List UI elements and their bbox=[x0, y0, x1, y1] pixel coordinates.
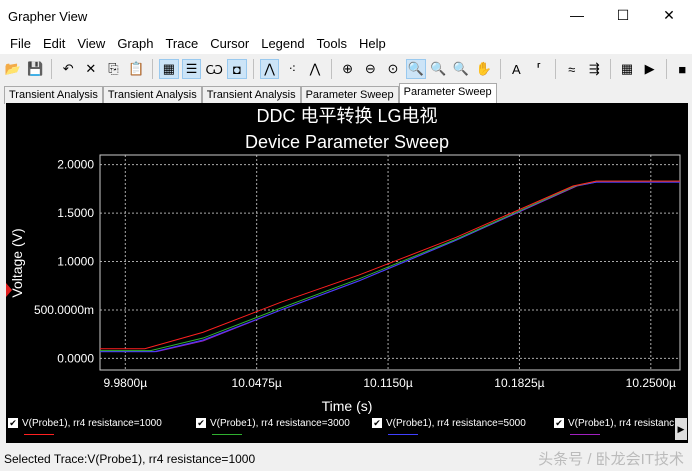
zoom-x-icon[interactable]: 🔍 bbox=[429, 59, 449, 79]
legend-checkbox[interactable]: ✔ bbox=[196, 418, 206, 429]
y-tick-label: 2.0000 bbox=[57, 158, 94, 172]
legend-checkbox[interactable]: ✔ bbox=[372, 418, 382, 429]
toolbar-separator bbox=[152, 59, 153, 79]
cursors-icon[interactable]: Ѡ bbox=[204, 59, 224, 79]
y-tick-label: 1.0000 bbox=[57, 255, 94, 269]
grid-icon[interactable]: ▦ bbox=[159, 59, 179, 79]
zoom-y-icon[interactable]: 🔍 bbox=[451, 59, 471, 79]
series-line bbox=[100, 180, 680, 350]
toolbar-separator bbox=[554, 59, 556, 79]
toolbar-separator bbox=[665, 59, 667, 79]
graph-panel[interactable]: DDC 电平转换 LG电视 Device Parameter Sweep 9.980… bbox=[6, 103, 688, 443]
x-tick-label: 10.0475µ bbox=[232, 376, 282, 390]
maximize-button[interactable]: ☐ bbox=[600, 0, 646, 30]
undo-icon[interactable]: ↶ bbox=[58, 59, 78, 79]
tab-bar: Transient Analysis Transient Analysis Tran… bbox=[0, 83, 692, 104]
legend-checkbox[interactable]: ✔ bbox=[8, 418, 18, 429]
trace-marker-icon bbox=[6, 283, 12, 297]
minimize-button[interactable]: — bbox=[554, 0, 600, 30]
watermark: 头条号 / 卧龙会IT技术 bbox=[538, 451, 684, 468]
legend-icon[interactable]: ☰ bbox=[181, 59, 202, 79]
menu-graph[interactable]: Graph bbox=[111, 36, 159, 51]
tab-transient-analysis[interactable]: Transient Analysis bbox=[102, 86, 202, 104]
reverse-colors-icon[interactable]: ◘ bbox=[227, 59, 247, 79]
legend-entry[interactable]: ✔ V(Probe1), rr4 resistance=3000 bbox=[196, 418, 350, 435]
toolbar-separator bbox=[51, 59, 53, 79]
legend-line bbox=[212, 434, 242, 435]
menu-file[interactable]: File bbox=[4, 36, 37, 51]
menu-edit[interactable]: Edit bbox=[37, 36, 71, 51]
points-icon[interactable]: ⁖ bbox=[282, 59, 302, 79]
title-bar: Grapher View — ☐ ✕ bbox=[0, 0, 692, 32]
chart[interactable]: DDC 电平转换 LG电视 Device Parameter Sweep 9.980… bbox=[6, 103, 688, 415]
toolbar-separator bbox=[610, 59, 612, 79]
export-excel-icon[interactable]: ▦ bbox=[617, 59, 637, 79]
status-bar: Selected Trace:V(Probe1), rr4 resistance… bbox=[4, 452, 256, 466]
paste-icon[interactable]: 📋 bbox=[126, 59, 146, 79]
lines-icon[interactable]: ⋀ bbox=[259, 59, 280, 79]
tab-transient-analysis[interactable]: Transient Analysis bbox=[201, 86, 301, 104]
x-tick-label: 10.1825µ bbox=[494, 376, 544, 390]
label-icon[interactable]: ⸢ bbox=[529, 59, 549, 79]
save-icon[interactable]: 💾 bbox=[26, 59, 46, 79]
stop-icon[interactable]: ■ bbox=[673, 59, 692, 79]
chart-title: DDC 电平转换 LG电视 bbox=[256, 106, 437, 126]
zoom-in-icon[interactable]: ⊕ bbox=[338, 59, 358, 79]
cut-icon[interactable]: ✕ bbox=[81, 59, 101, 79]
legend-checkbox[interactable]: ✔ bbox=[554, 418, 564, 429]
legend-label: V(Probe1), rr4 resistanc bbox=[568, 418, 675, 429]
x-tick-label: 10.1150µ bbox=[363, 376, 412, 390]
menu-trace[interactable]: Trace bbox=[159, 36, 204, 51]
lines-points-icon[interactable]: ⋀ bbox=[305, 59, 325, 79]
toolbar-separator bbox=[330, 59, 332, 79]
window-title: Grapher View bbox=[8, 8, 88, 24]
series-line bbox=[100, 181, 680, 353]
legend-scroll-right-button[interactable]: ▶ bbox=[675, 418, 687, 440]
menu-legend[interactable]: Legend bbox=[255, 36, 310, 51]
legend-label: V(Probe1), rr4 resistance=1000 bbox=[22, 418, 162, 429]
x-axis-label: Time (s) bbox=[322, 398, 373, 414]
legend-line bbox=[570, 434, 600, 435]
legend-entry[interactable]: ✔ V(Probe1), rr4 resistanc bbox=[554, 418, 675, 435]
legend-line bbox=[388, 434, 418, 435]
menu-help[interactable]: Help bbox=[353, 36, 392, 51]
zoom-area-icon[interactable]: 🔍 bbox=[405, 59, 426, 79]
menu-bar: File Edit View Graph Trace Cursor Legend Tools H… bbox=[0, 32, 692, 54]
export-icon[interactable]: ⇶ bbox=[585, 59, 605, 79]
series-line bbox=[100, 181, 680, 353]
copy-icon[interactable]: ⎘ bbox=[104, 59, 124, 79]
open-icon[interactable]: 📂 bbox=[3, 59, 23, 79]
legend-label: V(Probe1), rr4 resistance=5000 bbox=[386, 418, 526, 429]
export-mathcad-icon[interactable]: ▶ bbox=[640, 59, 660, 79]
x-tick-label: 9.9800µ bbox=[103, 376, 147, 390]
y-tick-label: 1.5000 bbox=[57, 206, 94, 220]
pan-icon[interactable]: ✋ bbox=[474, 59, 494, 79]
tab-transient-analysis[interactable]: Transient Analysis bbox=[4, 86, 103, 104]
toolbar: 📂 💾 ↶ ✕ ⎘ 📋 ▦ ☰ Ѡ ◘ ⋀ ⁖ ⋀ ⊕ ⊖ ⊙ 🔍 🔍 🔍 ✋ A ⸢ ≈ ⇶ ▦ ▶ ■ bbox=[0, 54, 692, 84]
legend-line bbox=[24, 434, 54, 435]
overlay-traces-icon[interactable]: ≈ bbox=[562, 59, 582, 79]
menu-cursor[interactable]: Cursor bbox=[204, 36, 255, 51]
legend-entry[interactable]: ✔ V(Probe1), rr4 resistance=1000 bbox=[8, 418, 162, 435]
menu-view[interactable]: View bbox=[71, 36, 111, 51]
zoom-out-icon[interactable]: ⊖ bbox=[360, 59, 380, 79]
tab-parameter-sweep[interactable]: Parameter Sweep bbox=[398, 83, 497, 104]
legend-entry[interactable]: ✔ V(Probe1), rr4 resistance=5000 bbox=[372, 418, 526, 435]
toolbar-separator bbox=[499, 59, 501, 79]
text-icon[interactable]: A bbox=[507, 59, 527, 79]
x-tick-label: 10.2500µ bbox=[626, 376, 676, 390]
chart-subtitle: Device Parameter Sweep bbox=[245, 132, 449, 152]
y-tick-label: 500.0000m bbox=[34, 303, 94, 317]
tab-parameter-sweep[interactable]: Parameter Sweep bbox=[300, 86, 399, 104]
zoom-full-icon[interactable]: ⊙ bbox=[383, 59, 403, 79]
menu-tools[interactable]: Tools bbox=[311, 36, 353, 51]
toolbar-separator bbox=[252, 59, 254, 79]
close-button[interactable]: ✕ bbox=[646, 0, 692, 30]
y-tick-label: 0.0000 bbox=[57, 351, 94, 365]
series-line bbox=[100, 180, 680, 352]
legend-label: V(Probe1), rr4 resistance=3000 bbox=[210, 418, 350, 429]
